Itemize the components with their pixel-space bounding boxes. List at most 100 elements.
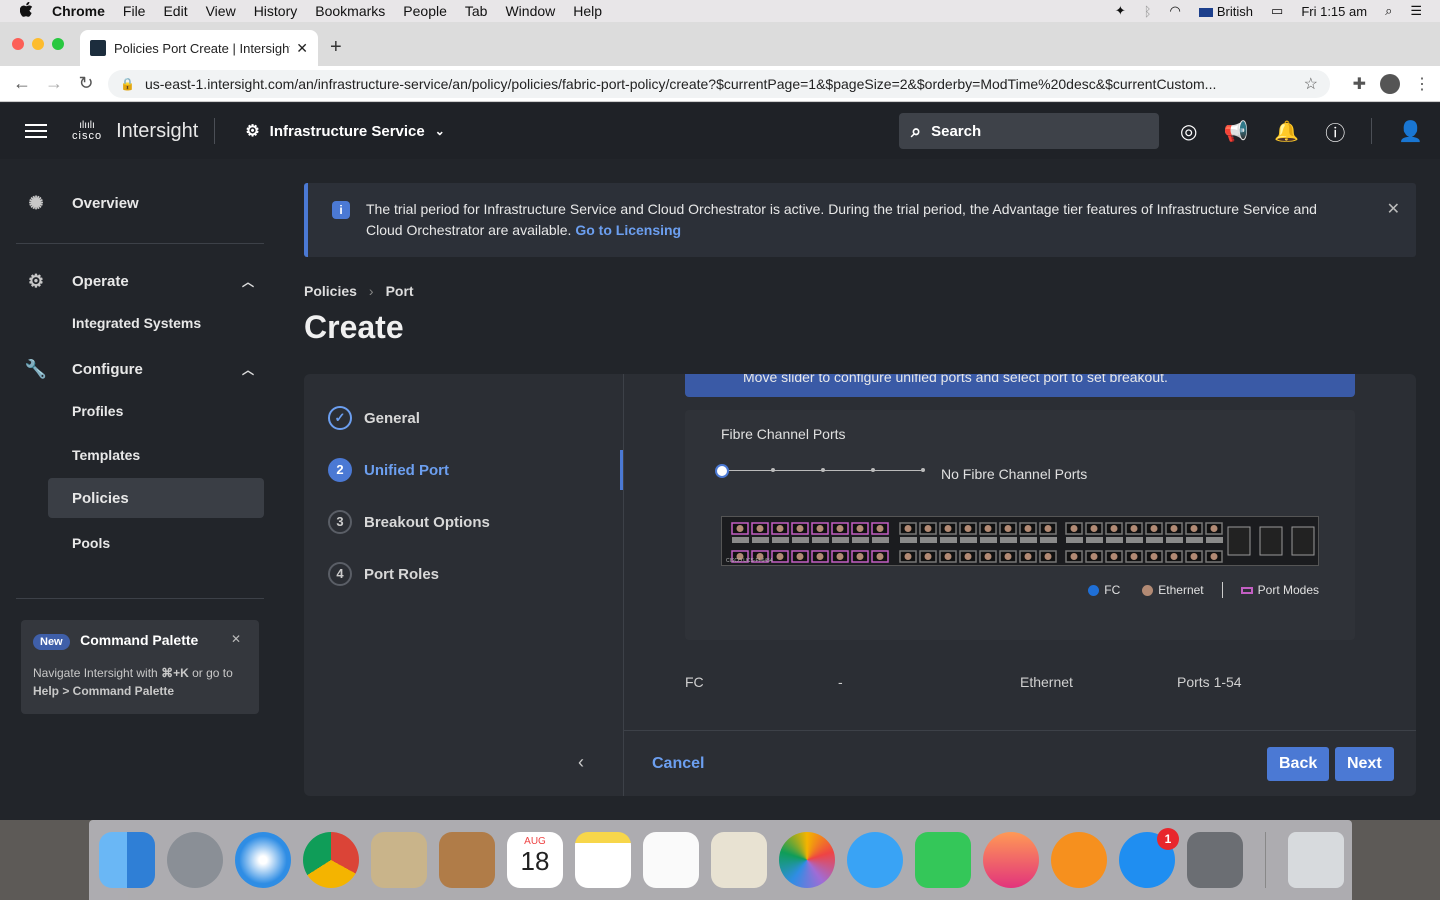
sidebar-item-pools[interactable]: Pools <box>0 535 280 551</box>
forward-arrow-icon[interactable]: → <box>38 73 70 94</box>
url-text[interactable]: us-east-1.intersight.com/an/infrastructu… <box>145 76 1294 92</box>
music-icon[interactable] <box>983 832 1039 888</box>
close-icon[interactable]: ✕ <box>231 632 241 646</box>
brand-name[interactable]: Intersight <box>116 120 198 143</box>
notification-center-icon[interactable]: ☰ <box>1410 3 1422 19</box>
close-icon[interactable]: ✕ <box>1387 199 1400 220</box>
dock-divider <box>1265 832 1266 888</box>
breadcrumb-policies[interactable]: Policies <box>304 283 357 299</box>
books-icon[interactable] <box>1051 832 1107 888</box>
chevron-right-icon: › <box>368 283 374 299</box>
uplink-port[interactable] <box>1291 526 1315 556</box>
notes-icon[interactable] <box>575 832 631 888</box>
sidebar-item-overview[interactable]: ✺ Overview <box>0 193 280 214</box>
sidebar-item-operate[interactable]: ⚙ Operate ︿ <box>0 271 280 292</box>
go-to-licensing-link[interactable]: Go to Licensing <box>575 222 681 238</box>
new-tab-button[interactable]: + <box>330 36 342 59</box>
menu-chrome[interactable]: Chrome <box>52 3 105 19</box>
sidebar-item-integrated-systems[interactable]: Integrated Systems <box>0 315 280 331</box>
sidebar-item-templates[interactable]: Templates <box>0 447 280 463</box>
slider-handle[interactable] <box>715 464 729 478</box>
uplink-port[interactable] <box>1259 526 1283 556</box>
menu-history[interactable]: History <box>254 3 298 19</box>
help-icon[interactable]: ⓘ <box>1325 117 1345 146</box>
ethernet-port-dot <box>984 553 992 560</box>
close-tab-icon[interactable]: ✕ <box>296 40 308 57</box>
step-port-roles[interactable]: 4 Port Roles <box>328 562 439 586</box>
back-button[interactable]: Back <box>1267 747 1330 781</box>
notifications-bell-icon[interactable]: 🔔 <box>1274 119 1299 144</box>
menu-people[interactable]: People <box>403 3 447 19</box>
chrome-menu-icon[interactable]: ⋮ <box>1414 74 1430 94</box>
calendar-icon[interactable]: AUG 18 <box>507 832 563 888</box>
menu-help[interactable]: Help <box>573 3 602 19</box>
preview-icon[interactable] <box>711 832 767 888</box>
menu-file[interactable]: File <box>123 3 146 19</box>
port-label-strip <box>732 537 749 543</box>
menu-tab[interactable]: Tab <box>465 3 488 19</box>
fc-port-slider[interactable] <box>715 464 925 478</box>
collapse-chevron-left-icon[interactable]: ‹ <box>578 752 584 773</box>
menu-window[interactable]: Window <box>505 3 555 19</box>
close-window-button[interactable] <box>12 38 24 50</box>
step-general[interactable]: ✓ General <box>328 406 420 430</box>
service-selector[interactable]: ⚙ Infrastructure Service ⌄ <box>245 121 444 141</box>
breadcrumb: Policies › Port <box>304 283 414 299</box>
photos-icon[interactable] <box>779 832 835 888</box>
sidebar-item-configure[interactable]: 🔧 Configure ︿ <box>0 359 280 380</box>
user-status-icon[interactable]: ✦ <box>1115 3 1126 19</box>
user-profile-icon[interactable]: 👤 <box>1398 119 1423 144</box>
ethernet-port-dot <box>876 525 884 532</box>
safari-compass-icon[interactable] <box>235 832 291 888</box>
address-bar[interactable]: 🔒 us-east-1.intersight.com/an/infrastruc… <box>108 70 1330 98</box>
chrome-icon[interactable] <box>303 832 359 888</box>
sidebar-item-policies[interactable]: Policies <box>48 478 264 518</box>
menu-view[interactable]: View <box>206 3 236 19</box>
ethernet-port-dot <box>964 553 972 560</box>
announcements-megaphone-icon[interactable]: 📢 <box>1223 119 1248 144</box>
requests-check-icon[interactable]: ◎ <box>1180 119 1197 144</box>
hamburger-menu-icon[interactable] <box>0 124 72 138</box>
zoom-window-button[interactable] <box>52 38 64 50</box>
menu-bookmarks[interactable]: Bookmarks <box>315 3 385 19</box>
messages-icon[interactable] <box>847 832 903 888</box>
spotlight-search-icon[interactable]: ⌕ <box>1385 3 1392 19</box>
page-title: Create <box>304 309 404 345</box>
sidebar-divider <box>16 243 264 244</box>
menubar-clock[interactable]: Fri 1:15 am <box>1301 4 1367 19</box>
reminders-icon[interactable] <box>643 832 699 888</box>
trash-icon[interactable] <box>1288 832 1344 888</box>
uplink-port[interactable] <box>1227 526 1251 556</box>
back-arrow-icon[interactable]: ← <box>6 73 38 94</box>
bookmark-star-icon[interactable]: ☆ <box>1304 74 1318 94</box>
browser-tab[interactable]: Policies Port Create | Intersight ✕ <box>80 30 318 66</box>
finder-icon[interactable] <box>99 832 155 888</box>
bluetooth-icon[interactable]: ᛒ <box>1144 4 1152 19</box>
next-button[interactable]: Next <box>1335 747 1394 781</box>
facetime-icon[interactable] <box>915 832 971 888</box>
wifi-icon[interactable]: ◠ <box>1170 3 1181 19</box>
menu-edit[interactable]: Edit <box>163 3 187 19</box>
lock-icon[interactable]: 🔒 <box>120 77 135 91</box>
launchpad-rocket-icon[interactable] <box>167 832 223 888</box>
fibre-channel-config: Fibre Channel Ports No Fibre Channel Por… <box>685 410 1355 640</box>
profile-avatar-icon[interactable] <box>1380 74 1400 94</box>
cancel-button[interactable]: Cancel <box>652 755 704 773</box>
contacts-icon[interactable] <box>439 832 495 888</box>
mail-eagle-stamp-icon[interactable] <box>371 832 427 888</box>
reload-icon[interactable]: ↻ <box>70 73 102 94</box>
app-store-icon[interactable]: 1 <box>1119 828 1179 888</box>
port-modes-rect-icon <box>1240 587 1253 595</box>
minimize-window-button[interactable] <box>32 38 44 50</box>
global-search[interactable]: ⌕ Search <box>899 113 1159 149</box>
battery-icon[interactable]: ▭ <box>1271 3 1283 19</box>
sidebar-item-profiles[interactable]: Profiles <box>0 403 280 419</box>
extensions-puzzle-icon[interactable]: ✚ <box>1353 74 1366 94</box>
system-preferences-gear-icon[interactable] <box>1187 832 1243 888</box>
fc-dot-icon <box>1088 585 1100 597</box>
step-breakout-options[interactable]: 3 Breakout Options <box>328 510 490 534</box>
apple-menu-icon[interactable] <box>0 1 52 21</box>
input-source[interactable]: British <box>1198 4 1253 19</box>
port-legend: FC Ethernet Port Modes <box>1088 582 1319 598</box>
step-unified-port[interactable]: 2 Unified Port <box>328 458 449 482</box>
